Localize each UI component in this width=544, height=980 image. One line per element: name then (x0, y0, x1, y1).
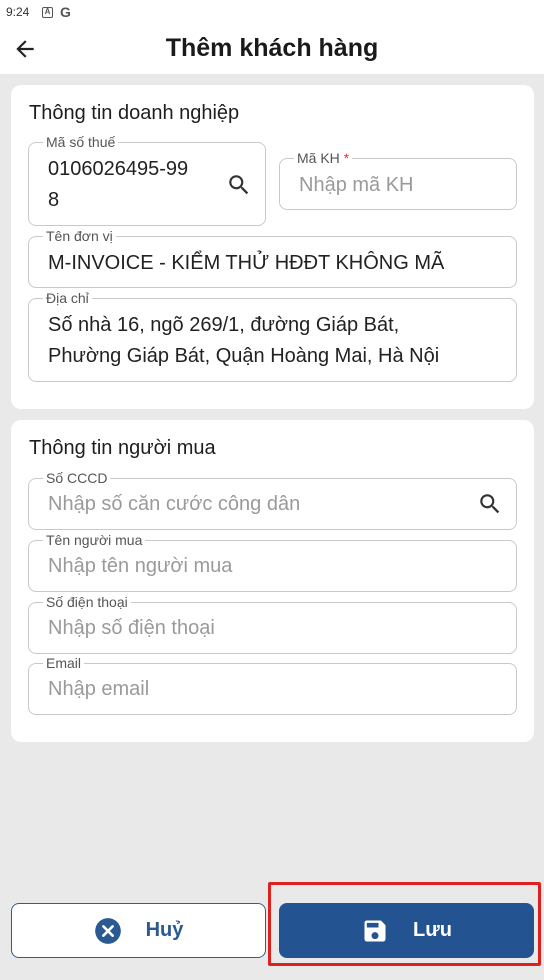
save-button-label: Lưu (413, 919, 452, 941)
buyer-name-field[interactable]: Tên người mua Nhập tên người mua (28, 532, 517, 592)
cancel-button-label: Huỷ (145, 919, 184, 941)
address-value-line2: Phường Giáp Bát, Quận Hoàng Mai, Hà Nội (48, 345, 440, 367)
customer-code-label: Mã KH * (294, 150, 353, 166)
cancel-button[interactable]: Huỷ (11, 903, 266, 958)
id-card-search-icon[interactable] (477, 491, 503, 517)
email-field[interactable]: Email Nhập email (28, 655, 517, 715)
email-label: Email (43, 655, 85, 671)
address-value-line1: Số nhà 16, ngõ 269/1, đường Giáp Bát, (48, 314, 400, 336)
cancel-circle-icon (94, 917, 121, 944)
business-info-title: Thông tin doanh nghiệp (29, 102, 240, 124)
save-button[interactable]: Lưu (279, 903, 534, 958)
unit-name-label: Tên đơn vị (43, 228, 116, 244)
business-info-card: Thông tin doanh nghiệp Mã số thuế 010602… (11, 85, 534, 409)
buyer-name-label: Tên người mua (43, 532, 146, 548)
email-placeholder: Nhập email (48, 678, 150, 700)
required-mark: * (343, 150, 350, 166)
id-card-placeholder: Nhập số căn cước công dân (48, 493, 301, 515)
notification-a-icon: A (42, 7, 53, 18)
buyer-name-placeholder: Nhập tên người mua (48, 555, 233, 577)
status-bar: 9:24 A G (0, 0, 544, 26)
address-label: Địa chỉ (43, 290, 92, 306)
unit-name-field[interactable]: Tên đơn vị M-INVOICE - KIỂM THỬ HĐĐT KHÔ… (28, 228, 517, 288)
phone-label: Số điện thoại (43, 594, 131, 610)
page-title: Thêm khách hàng (165, 34, 379, 62)
id-card-field[interactable]: Số CCCD Nhập số căn cước công dân (28, 470, 517, 530)
address-field[interactable]: Địa chỉ Số nhà 16, ngõ 269/1, đường Giáp… (28, 290, 517, 382)
unit-name-value: M-INVOICE - KIỂM THỬ HĐĐT KHÔNG MÃ (48, 252, 445, 274)
customer-code-placeholder: Nhập mã KH (299, 174, 414, 196)
status-time: 9:24 (6, 5, 30, 19)
buyer-info-title: Thông tin người mua (29, 437, 216, 459)
save-floppy-icon (364, 920, 386, 941)
tax-code-search-icon[interactable] (226, 172, 252, 198)
tax-code-field[interactable]: Mã số thuế 0106026495-99 8 (28, 134, 266, 226)
tax-code-value-line2: 8 (48, 189, 60, 211)
phone-placeholder: Nhập số điện thoại (48, 617, 215, 639)
app-bar: Thêm khách hàng (0, 26, 544, 74)
google-icon: G (60, 4, 71, 20)
buyer-info-card: Thông tin người mua Số CCCD Nhập số căn … (11, 420, 534, 742)
phone-field[interactable]: Số điện thoại Nhập số điện thoại (28, 594, 517, 654)
customer-code-field[interactable]: Mã KH * Nhập mã KH (279, 150, 517, 210)
id-card-label: Số CCCD (43, 470, 111, 486)
tax-code-value-line1: 0106026495-99 (48, 158, 189, 180)
tax-code-label: Mã số thuế (43, 134, 119, 150)
